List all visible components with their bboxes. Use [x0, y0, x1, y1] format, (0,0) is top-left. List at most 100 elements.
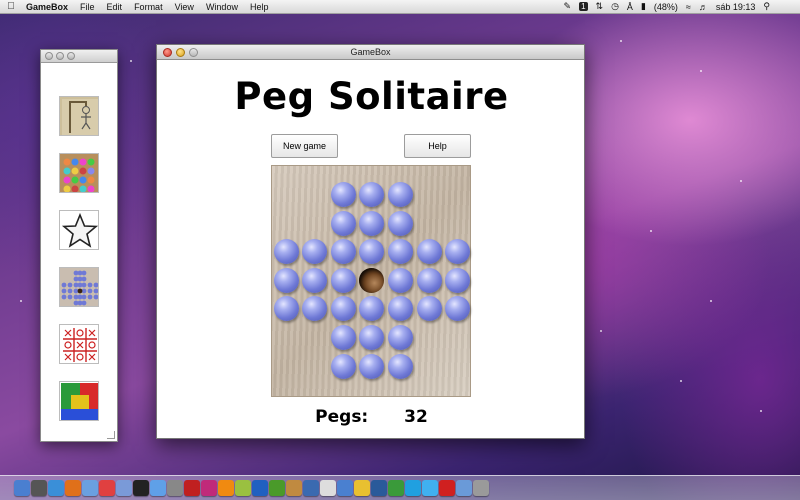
dock: [0, 475, 800, 500]
preview-dock-icon[interactable]: [116, 480, 132, 496]
peg-board: [271, 165, 471, 397]
palette-minimize-icon[interactable]: [56, 52, 64, 60]
peg[interactable]: [302, 296, 328, 322]
peg[interactable]: [330, 267, 356, 293]
peg[interactable]: [302, 239, 328, 265]
peg[interactable]: [387, 239, 413, 265]
peg[interactable]: [359, 296, 385, 322]
finder-2-dock-icon[interactable]: [337, 480, 353, 496]
xcode-dock-icon[interactable]: [303, 480, 319, 496]
ical-dock-icon[interactable]: [99, 480, 115, 496]
illustrator-dock-icon[interactable]: [218, 480, 234, 496]
game-list: [59, 96, 99, 421]
dashboard-dock-icon[interactable]: [31, 480, 47, 496]
peg[interactable]: [302, 267, 328, 293]
script-icon[interactable]: ✎: [564, 1, 572, 12]
menu-file[interactable]: File: [74, 2, 101, 12]
peg[interactable]: [359, 239, 385, 265]
time-machine-icon[interactable]: ◷: [611, 1, 619, 12]
iphoto-dock-icon[interactable]: [286, 480, 302, 496]
peg[interactable]: [330, 239, 356, 265]
system-prefs-dock-icon[interactable]: [167, 480, 183, 496]
menu-help[interactable]: Help: [244, 2, 275, 12]
palette-zoom-icon[interactable]: [67, 52, 75, 60]
trash-dock-icon[interactable]: [473, 480, 489, 496]
peg[interactable]: [387, 353, 413, 379]
peg[interactable]: [330, 296, 356, 322]
terminal-dock-icon[interactable]: [133, 480, 149, 496]
firefox-dock-icon[interactable]: [65, 480, 81, 496]
star-game-icon[interactable]: [59, 210, 99, 250]
peg[interactable]: [330, 210, 356, 236]
peg[interactable]: [273, 267, 299, 293]
indesign-dock-icon[interactable]: [201, 480, 217, 496]
peg[interactable]: [387, 267, 413, 293]
peg[interactable]: [359, 353, 385, 379]
palette-close-icon[interactable]: [45, 52, 53, 60]
peg[interactable]: [359, 182, 385, 207]
battery-percent[interactable]: (48%): [654, 2, 678, 12]
mail-dock-icon[interactable]: [82, 480, 98, 496]
peg[interactable]: [445, 296, 471, 322]
peg[interactable]: [330, 182, 356, 207]
help-button[interactable]: Help: [404, 134, 471, 158]
menu-edit[interactable]: Edit: [101, 2, 129, 12]
menu-format[interactable]: Format: [128, 2, 169, 12]
spotlight-icon[interactable]: ⚲: [763, 1, 770, 12]
flash-dock-icon[interactable]: [184, 480, 200, 496]
stop-dock-icon[interactable]: [439, 480, 455, 496]
peg[interactable]: [273, 296, 299, 322]
photoshop-dock-icon[interactable]: [252, 480, 268, 496]
palette-titlebar[interactable]: [41, 50, 117, 63]
peg[interactable]: [416, 239, 442, 265]
peg[interactable]: [387, 296, 413, 322]
tic-tac-toe-game-icon[interactable]: [59, 324, 99, 364]
dreamweaver-dock-icon[interactable]: [269, 480, 285, 496]
peg[interactable]: [359, 210, 385, 236]
itunes-dock-icon[interactable]: [150, 480, 166, 496]
thunderbird-dock-icon[interactable]: [371, 480, 387, 496]
folder-dock-icon[interactable]: [456, 480, 472, 496]
new-game-button[interactable]: New game: [271, 134, 338, 158]
peg[interactable]: [416, 267, 442, 293]
bluetooth-icon[interactable]: Å: [627, 2, 633, 12]
empty-hole[interactable]: [359, 267, 385, 293]
peg[interactable]: [445, 267, 471, 293]
safari-dock-icon[interactable]: [48, 480, 64, 496]
main-titlebar[interactable]: GameBox: [157, 45, 584, 60]
apple-menu-icon[interactable]: : [0, 1, 22, 12]
volume-icon[interactable]: ♬: [699, 2, 708, 12]
peg[interactable]: [359, 325, 385, 350]
battery-icon[interactable]: ▮: [641, 1, 646, 12]
twitter-dock-icon[interactable]: [422, 480, 438, 496]
menu-clock[interactable]: sáb 19:13: [716, 2, 756, 12]
facetime-dock-icon[interactable]: [388, 480, 404, 496]
fireworks-dock-icon[interactable]: [235, 480, 251, 496]
finder-dock-icon[interactable]: [14, 480, 30, 496]
menu-view[interactable]: View: [169, 2, 200, 12]
skype-dock-icon[interactable]: [405, 480, 421, 496]
textedit-dock-icon[interactable]: [320, 480, 336, 496]
peg[interactable]: [330, 353, 356, 379]
peg[interactable]: [445, 239, 471, 265]
peg-solitaire-game-icon[interactable]: [59, 267, 99, 307]
window-title: GameBox: [350, 47, 391, 57]
peg[interactable]: [330, 325, 356, 350]
color-blocks-game-icon[interactable]: [59, 381, 99, 421]
peg[interactable]: [387, 325, 413, 350]
palette-resize-grip[interactable]: [107, 431, 115, 439]
peg[interactable]: [387, 210, 413, 236]
marbles-game-icon[interactable]: [59, 153, 99, 193]
peg[interactable]: [273, 239, 299, 265]
peg[interactable]: [416, 296, 442, 322]
menu-window[interactable]: Window: [200, 2, 244, 12]
peg[interactable]: [387, 182, 413, 207]
chrome-dock-icon[interactable]: [354, 480, 370, 496]
wifi-icon[interactable]: ≈: [686, 2, 691, 12]
sync-icon[interactable]: ⇅: [596, 1, 604, 12]
hangman-game-icon[interactable]: [59, 96, 99, 136]
menu-bar:  GameBox File Edit Format View Window H…: [0, 0, 800, 14]
game-title: Peg Solitaire: [234, 75, 509, 118]
status-badge[interactable]: 1: [579, 2, 588, 11]
menu-app-name[interactable]: GameBox: [22, 2, 74, 12]
